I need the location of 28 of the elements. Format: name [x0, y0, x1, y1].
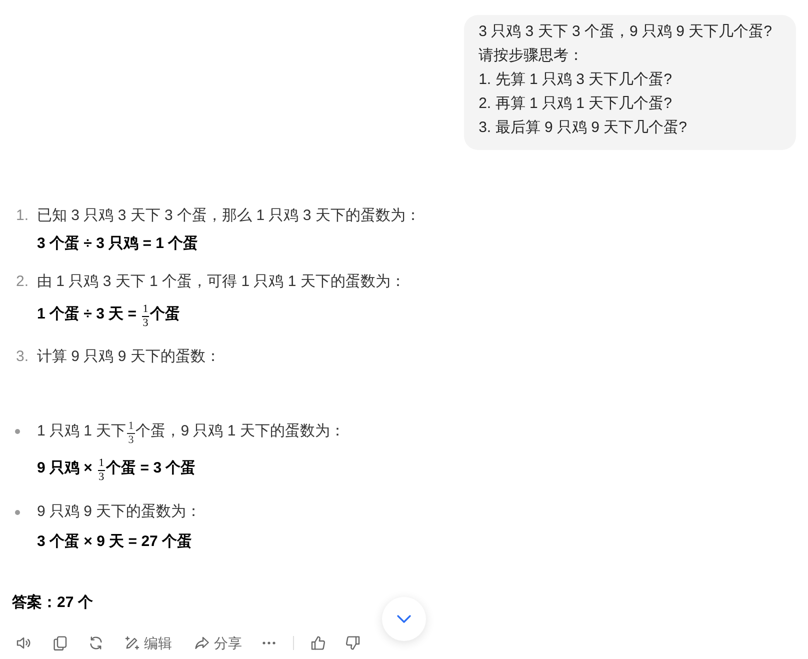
list-number: 1. — [16, 206, 30, 226]
bullet-icon — [15, 510, 20, 514]
thumbs-down-icon[interactable] — [345, 635, 361, 651]
speaker-icon[interactable] — [16, 635, 32, 651]
answer-text: 答案：27 个 — [12, 592, 93, 613]
step-text: 计算 9 只鸡 9 天下的蛋数： — [37, 347, 220, 367]
bullet-text: 9 只鸡 9 天下的蛋数为： — [37, 502, 202, 522]
message-text: 3 只鸡 3 天下 3 个蛋，9 只鸡 9 天下几个蛋? — [478, 22, 772, 42]
message-text: 3. 最后算 9 只鸡 9 天下几个蛋? — [478, 118, 688, 138]
more-icon[interactable] — [262, 641, 276, 645]
edit-button[interactable]: 编辑 — [124, 633, 172, 653]
share-icon — [194, 635, 210, 651]
message-text: 2. 再算 1 只鸡 1 天下几个蛋? — [478, 94, 673, 114]
formula-text: 3 个蛋 ÷ 3 只鸡 = 1 个蛋 — [37, 234, 198, 254]
formula-text: 3 个蛋 × 9 天 = 27 个蛋 — [37, 532, 192, 552]
step-text: 由 1 只鸡 3 天下 1 个蛋，可得 1 只鸡 1 天下的蛋数为： — [37, 272, 406, 292]
thumbs-up-icon[interactable] — [310, 635, 326, 651]
refresh-icon[interactable] — [88, 635, 104, 651]
bullet-icon — [15, 429, 20, 434]
message-text: 请按步骤思考： — [478, 46, 585, 66]
step-text: 已知 3 只鸡 3 天下 3 个蛋，那么 1 只鸡 3 天下的蛋数为： — [37, 206, 420, 226]
share-button[interactable]: 分享 — [194, 633, 242, 653]
message-text: 1. 先算 1 只鸡 3 天下几个蛋? — [478, 70, 673, 90]
list-number: 2. — [16, 272, 30, 292]
list-number: 3. — [16, 347, 30, 367]
pencil-sparkle-icon — [124, 635, 140, 651]
chevron-down-icon — [397, 615, 411, 623]
copy-icon[interactable] — [52, 635, 68, 651]
